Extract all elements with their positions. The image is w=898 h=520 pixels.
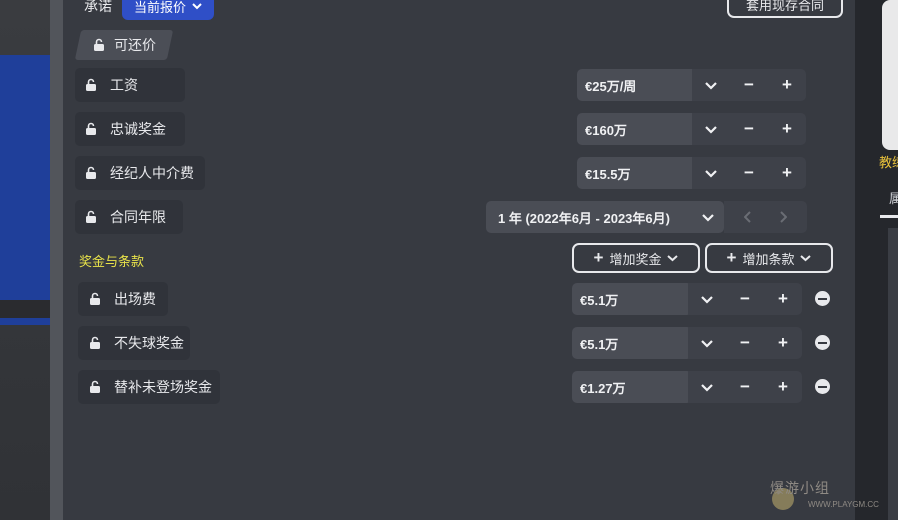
bonus-label: 替补未登场奖金 <box>114 379 212 395</box>
bonus-label: 不失球奖金 <box>114 335 184 351</box>
increase-button[interactable]: + <box>771 287 795 311</box>
remove-icon[interactable] <box>815 379 830 394</box>
increase-button[interactable]: + <box>771 375 795 399</box>
bonus-label-appearance: 出场费 <box>88 282 156 316</box>
decrease-button[interactable]: − <box>737 161 761 185</box>
term-label: 经纪人中介费 <box>110 165 194 181</box>
bonuses-section-title: 奖金与条款 <box>79 254 145 269</box>
lock-open-icon[interactable] <box>84 166 98 180</box>
appearance-fee-field[interactable]: €5.1万 <box>572 283 692 315</box>
chevron-left-icon[interactable] <box>736 205 760 229</box>
contract-length-dropdown[interactable]: 1 年 (2022年6月 - 2023年6月) <box>486 201 724 233</box>
commit-label: 承诺 <box>84 0 112 14</box>
increase-button[interactable]: + <box>775 161 799 185</box>
add-bonus-button[interactable]: + 增加奖金 <box>572 243 700 273</box>
right-panel-label: 教练 <box>879 155 898 170</box>
decrease-button[interactable]: − <box>737 73 761 97</box>
term-label: 工资 <box>110 77 138 93</box>
unused-sub-bonus-field[interactable]: €1.27万 <box>572 371 692 403</box>
bonus-label: 出场费 <box>114 291 156 307</box>
chevron-down-icon[interactable] <box>699 117 723 141</box>
term-label-wage: 工资 <box>84 68 138 102</box>
add-clause-button[interactable]: + 增加条款 <box>705 243 833 273</box>
background-scene <box>0 0 50 520</box>
loyalty-bonus-value: €160万 <box>585 122 627 138</box>
lock-open-icon[interactable] <box>92 38 106 52</box>
appearance-fee-controls: − + <box>688 283 802 315</box>
contract-length-pager <box>724 201 807 233</box>
lock-open-icon[interactable] <box>88 336 102 350</box>
term-label: 合同年限 <box>110 209 166 225</box>
increase-button[interactable]: + <box>775 117 799 141</box>
chevron-down-icon <box>667 255 679 262</box>
avatar <box>882 0 898 150</box>
lock-open-icon[interactable] <box>84 122 98 136</box>
lock-open-icon[interactable] <box>84 210 98 224</box>
clean-sheet-bonus-field[interactable]: €5.1万 <box>572 327 692 359</box>
agent-fee-field[interactable]: €15.5万 <box>577 157 697 189</box>
lock-open-icon[interactable] <box>88 292 102 306</box>
decrease-button[interactable]: − <box>733 287 757 311</box>
add-bonus-label: 增加奖金 <box>609 251 662 267</box>
loyalty-bonus-controls: − + <box>692 113 806 145</box>
bonus-label-clean-sheet: 不失球奖金 <box>88 326 184 360</box>
contract-length-value: 1 年 (2022年6月 - 2023年6月) <box>498 210 670 226</box>
watermark: 爆游小组 <box>770 480 830 496</box>
background-strip <box>50 0 63 520</box>
chevron-down-icon <box>702 213 714 222</box>
unused-sub-bonus-controls: − + <box>688 371 802 403</box>
increase-button[interactable]: + <box>771 331 795 355</box>
term-label: 忠诚奖金 <box>110 121 166 137</box>
agent-fee-controls: − + <box>692 157 806 189</box>
unused-sub-bonus-value: €1.27万 <box>580 380 626 396</box>
chevron-right-icon[interactable] <box>771 205 795 229</box>
term-label-contract-length: 合同年限 <box>84 200 166 234</box>
remove-icon[interactable] <box>815 291 830 306</box>
term-label-loyalty: 忠诚奖金 <box>84 112 166 146</box>
offer-dropdown-label: 当前报价 <box>134 0 187 15</box>
offer-dropdown[interactable]: 当前报价 <box>122 0 214 20</box>
negotiable-tag-content: 可还价 <box>92 30 156 60</box>
chevron-down-icon[interactable] <box>695 375 719 399</box>
agent-fee-value: €15.5万 <box>585 166 631 182</box>
add-clause-label: 增加条款 <box>742 251 795 267</box>
chevron-down-icon <box>192 3 202 10</box>
remove-icon[interactable] <box>815 335 830 350</box>
clean-sheet-bonus-value: €5.1万 <box>580 336 619 352</box>
chevron-down-icon[interactable] <box>695 287 719 311</box>
right-panel-tab[interactable]: 属 <box>889 188 898 207</box>
decrease-button[interactable]: − <box>737 117 761 141</box>
decrease-button[interactable]: − <box>733 375 757 399</box>
wage-field[interactable]: €25万/周 <box>577 69 697 101</box>
plus-icon: + <box>726 248 737 267</box>
chevron-down-icon[interactable] <box>699 161 723 185</box>
increase-button[interactable]: + <box>775 73 799 97</box>
wage-controls: − + <box>692 69 806 101</box>
decrease-button[interactable]: − <box>733 331 757 355</box>
tab-underline <box>880 215 898 218</box>
apply-existing-contract-button[interactable]: 套用现存合同 <box>727 0 843 18</box>
bonus-label-unused-sub: 替补未登场奖金 <box>88 370 212 404</box>
appearance-fee-value: €5.1万 <box>580 292 619 308</box>
chevron-down-icon <box>800 255 812 262</box>
plus-icon: + <box>593 248 604 267</box>
watermark-url: WWW.PLAYGM.CC <box>808 500 879 509</box>
term-label-agent-fee: 经纪人中介费 <box>84 156 194 190</box>
lock-open-icon[interactable] <box>84 78 98 92</box>
lock-open-icon[interactable] <box>88 380 102 394</box>
clean-sheet-bonus-controls: − + <box>688 327 802 359</box>
chevron-down-icon[interactable] <box>695 331 719 355</box>
negotiable-label: 可还价 <box>114 37 156 53</box>
loyalty-bonus-field[interactable]: €160万 <box>577 113 697 145</box>
wage-value: €25万/周 <box>585 78 637 94</box>
chevron-down-icon[interactable] <box>699 73 723 97</box>
right-panel-list <box>888 228 898 520</box>
